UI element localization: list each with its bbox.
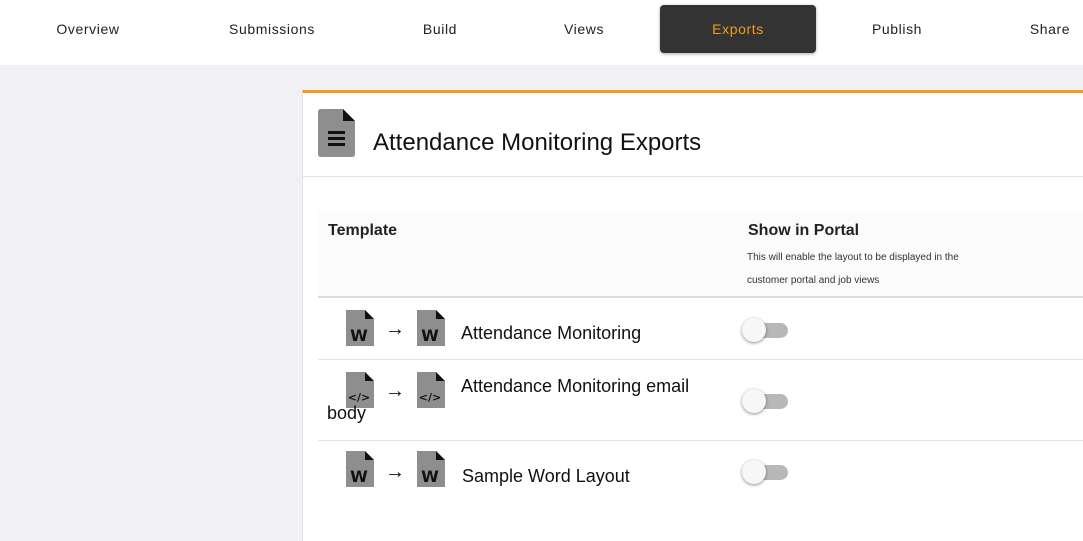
column-header-show-in-portal: Show in Portal <box>748 222 860 239</box>
word-file-icon: W <box>346 451 374 487</box>
template-name: Attendance Monitoring email body <box>327 376 690 423</box>
exports-panel: Attendance Monitoring Exports Template S… <box>302 90 1083 541</box>
word-file-icon: W <box>417 451 445 487</box>
template-name: Sample Word Layout <box>462 466 630 486</box>
svg-text:W: W <box>421 326 439 345</box>
svg-text:W: W <box>421 467 439 486</box>
template-name: Attendance Monitoring <box>461 323 642 343</box>
tab-share[interactable]: Share <box>1010 5 1083 53</box>
tab-build[interactable]: Build <box>400 5 480 53</box>
arrow-right-icon: → <box>385 318 405 340</box>
document-lines-icon <box>318 109 355 157</box>
page-title: Attendance Monitoring Exports <box>373 129 702 156</box>
arrow-right-icon: → <box>385 461 405 483</box>
tab-overview[interactable]: Overview <box>30 5 146 53</box>
column-header-description: This will enable the layout to be displa… <box>747 252 959 286</box>
word-file-icon: W <box>346 310 374 346</box>
show-in-portal-toggle[interactable] <box>742 389 788 413</box>
svg-text:W: W <box>350 326 368 345</box>
column-header-template: Template <box>328 222 398 239</box>
tab-submissions[interactable]: Submissions <box>212 5 332 53</box>
svg-text:W: W <box>350 467 368 486</box>
top-nav: Overview Submissions Build Views Exports… <box>0 0 1083 65</box>
table-header: Template Show in Portal This will enable… <box>318 212 1083 298</box>
table-row: </> → </> Attendance Monitoring email bo… <box>318 360 1083 441</box>
show-in-portal-toggle[interactable] <box>742 318 788 342</box>
tab-views[interactable]: Views <box>544 5 624 53</box>
tab-publish[interactable]: Publish <box>852 5 942 53</box>
table-row: W → W Attendance Monitoring <box>318 298 1083 360</box>
left-pane <box>0 65 302 541</box>
toggle-knob <box>742 389 766 413</box>
panel-header: Attendance Monitoring Exports <box>303 93 1083 177</box>
tab-exports[interactable]: Exports <box>660 5 816 53</box>
table-row: W → W Sample Word Layout <box>318 441 1083 505</box>
toggle-knob <box>742 460 766 484</box>
show-in-portal-toggle[interactable] <box>742 460 788 484</box>
toggle-knob <box>742 318 766 342</box>
word-file-icon: W <box>417 310 445 346</box>
